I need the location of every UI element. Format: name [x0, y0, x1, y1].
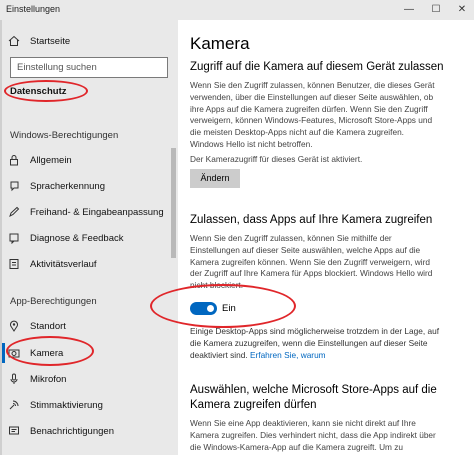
sidebar-item-label: Stimmaktivierung: [30, 399, 103, 411]
section-heading-device-access: Zugriff auf die Kamera auf diesem Gerät …: [190, 61, 444, 73]
maximize-button[interactable]: ☐: [426, 2, 446, 18]
text-line: Windows Hello ist nicht betroffen.: [190, 138, 313, 149]
speech-icon: [8, 180, 20, 192]
heading-line: Kamera zugreifen dürfen: [190, 399, 317, 411]
history-icon: [8, 258, 20, 270]
text-line: ihre Apps auf die Kamera zugreifen dürfe…: [190, 103, 428, 114]
sidebar-item-label: Mikrofon: [30, 373, 67, 385]
home-icon: [8, 35, 20, 47]
text-line: verweigern, können Windows-Features, Mic…: [190, 115, 433, 126]
title-bar: Einstellungen — ☐ ✕: [0, 0, 474, 20]
window-title: Einstellungen: [6, 4, 61, 14]
text-line: die Kamera zuzugreifen, wenn die Einstel…: [190, 337, 428, 348]
home-link[interactable]: Startseite: [8, 32, 70, 50]
section-heading-app-access: Zulassen, dass Apps auf Ihre Kamera zugr…: [190, 214, 433, 226]
search-placeholder: Einstellung suchen: [17, 62, 97, 73]
device-access-status: Der Kamerazugriff für dieses Gerät ist a…: [190, 154, 363, 164]
sidebar-item-microphone[interactable]: Mikrofon: [8, 370, 66, 388]
learn-why-link[interactable]: Erfahren Sie, warum: [250, 350, 326, 360]
section-windows-permissions: Windows-Berechtigungen: [10, 130, 119, 141]
home-label: Startseite: [30, 35, 71, 47]
pen-icon: [8, 206, 20, 218]
sidebar-item-label: Standort: [30, 320, 66, 332]
text-line: Einstellungen auf dieser Seite auswählen…: [190, 244, 421, 255]
section-heading-store-apps: Auswählen, welche Microsoft Store-Apps a…: [190, 383, 450, 413]
text-line: der Zugriff auf Ihre Kamera für Apps blo…: [190, 268, 433, 279]
text-line: Kamera zugreifen. Dies verhindert nicht,…: [190, 429, 436, 440]
sidebar-item-location[interactable]: Standort: [8, 317, 66, 335]
voice-activation-icon: [8, 399, 20, 411]
sidebar-item-label: Freihand- & Eingabeanpassung: [30, 206, 164, 218]
sidebar-item-label: Diagnose & Feedback: [30, 232, 124, 244]
sidebar-item-speech[interactable]: Spracherkennung: [8, 177, 105, 195]
notification-icon: [8, 425, 20, 437]
annotation-ellipse-toggle: [150, 284, 296, 328]
sidebar-scrollbar[interactable]: [171, 148, 176, 258]
device-access-description: Wenn Sie den Zugriff zulassen, können Be…: [190, 80, 440, 151]
desktop-apps-note: Einige Desktop-Apps sind möglicherweise …: [190, 326, 440, 361]
page-title: Kamera: [190, 34, 250, 53]
sidebar-item-label: Spracherkennung: [30, 180, 105, 192]
sidebar-item-label: Benachrichtigungen: [30, 425, 114, 437]
feedback-icon: [8, 232, 20, 244]
text-line: verwenden, über die Einstellungen auf di…: [190, 91, 434, 102]
sidebar-edge: [0, 20, 2, 455]
store-apps-description: Wenn Sie eine App deaktivieren, kann sie…: [190, 418, 440, 453]
sidebar-item-inking[interactable]: Freihand- & Eingabeanpassung: [8, 203, 164, 221]
text-line: Wenn Sie eine App deaktivieren, kann sie…: [190, 418, 416, 428]
sidebar-item-voice-activation[interactable]: Stimmaktivierung: [8, 396, 103, 414]
sidebar-item-notifications[interactable]: Benachrichtigungen: [8, 422, 114, 440]
minimize-button[interactable]: —: [399, 2, 419, 18]
annotation-ellipse-kamera: [6, 336, 94, 366]
text-line: Kamera zugreifen können. Wenn Sie den Zu…: [190, 256, 430, 267]
settings-search-input[interactable]: Einstellung suchen: [10, 57, 168, 78]
text-line: Wenn Sie den Zugriff zulassen, können Si…: [190, 233, 392, 243]
text-line: deaktiviert sind.: [190, 349, 248, 360]
close-button[interactable]: ✕: [452, 2, 472, 18]
annotation-ellipse-datenschutz: [4, 80, 88, 102]
sidebar-item-general[interactable]: Allgemein: [8, 151, 72, 169]
sidebar-item-diagnostics[interactable]: Diagnose & Feedback: [8, 229, 123, 247]
sidebar-item-activity-history[interactable]: Aktivitätsverlauf: [8, 255, 97, 273]
microphone-icon: [8, 373, 20, 385]
selected-indicator: [2, 343, 5, 363]
text-line: die meisten Desktop-Apps nicht auf die K…: [190, 127, 404, 138]
change-button[interactable]: Ändern: [190, 169, 240, 188]
text-line: die Windows-Kamera-App auf die Kamera zu…: [190, 441, 404, 452]
section-app-permissions: App-Berechtigungen: [10, 296, 97, 307]
sidebar-item-label: Aktivitätsverlauf: [30, 258, 97, 270]
lock-icon: [8, 154, 20, 166]
heading-line: Auswählen, welche Microsoft Store-Apps a…: [190, 384, 437, 396]
text-line: Wenn Sie den Zugriff zulassen, können Be…: [190, 80, 435, 90]
location-icon: [8, 320, 20, 332]
sidebar-item-label: Allgemein: [30, 154, 72, 166]
